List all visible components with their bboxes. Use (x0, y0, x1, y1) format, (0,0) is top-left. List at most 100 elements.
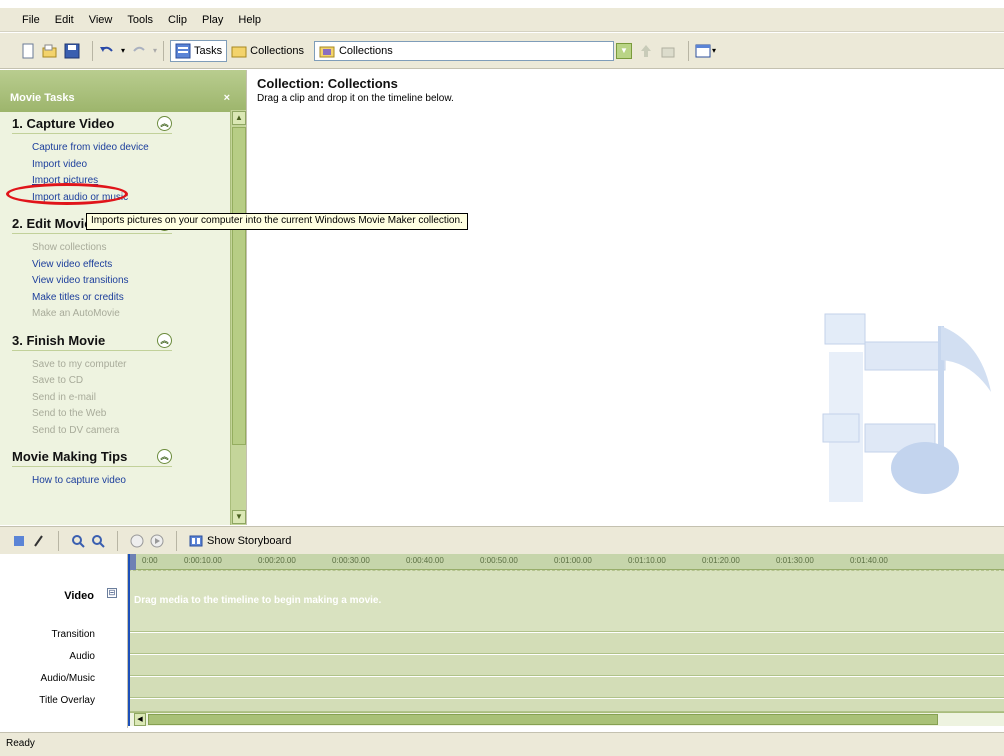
transition-track[interactable] (128, 633, 1004, 654)
video-track[interactable]: Drag media to the timeline to begin maki… (128, 570, 1004, 632)
import-pictures-tooltip: Imports pictures on your computer into t… (86, 213, 468, 230)
rewind-timeline-icon[interactable] (130, 534, 144, 548)
new-project-icon[interactable] (20, 43, 36, 59)
section-movie-making-tips[interactable]: Movie Making Tips ︽ (0, 445, 230, 466)
open-project-icon[interactable] (42, 43, 58, 59)
collections-button[interactable]: Collections (227, 41, 308, 61)
toolbar-separator (687, 40, 689, 61)
scrollbar-thumb[interactable] (148, 714, 938, 725)
task-pane-scrollbar[interactable]: ▲ ▼ (230, 110, 246, 525)
task-send-to-dv-camera: Send to DV camera (32, 424, 120, 436)
track-label-transition: Transition (51, 629, 95, 640)
task-save-to-cd: Save to CD (32, 375, 84, 386)
save-project-icon[interactable] (64, 43, 80, 59)
menu-file[interactable]: File (22, 14, 40, 26)
zoom-in-icon[interactable] (71, 534, 85, 548)
movie-tasks-header: Movie Tasks × (0, 70, 246, 112)
section-divider (12, 133, 172, 134)
ruler-tick: 0:00:10.00 (184, 556, 222, 565)
timeline-ruler[interactable]: 0:00 0:00:10.00 0:00:20.00 0:00:30.00 0:… (128, 554, 1004, 570)
up-one-level-icon[interactable] (638, 43, 654, 59)
tasks-icon (175, 43, 191, 58)
toolbar-separator (117, 530, 118, 551)
expand-video-track-icon[interactable]: ⊟ (107, 588, 117, 598)
track-label-video: Video (64, 590, 94, 602)
task-make-titles-or-credits[interactable]: Make titles or credits (0, 290, 230, 307)
ruler-tick: 0:01:10.00 (628, 556, 666, 565)
set-audio-levels-icon[interactable] (12, 534, 26, 548)
toolbar-separator (163, 40, 165, 61)
movie-maker-watermark-icon (822, 313, 991, 502)
task-capture-from-video-device[interactable]: Capture from video device (0, 140, 230, 157)
show-storyboard-label: Show Storyboard (207, 534, 292, 547)
ruler-tick: 0:01:30.00 (776, 556, 814, 565)
views-icon[interactable] (695, 43, 711, 59)
tasks-button-label: Tasks (194, 44, 223, 57)
collapse-icon[interactable]: ︽ (157, 449, 172, 464)
new-collection-icon[interactable] (660, 43, 676, 59)
status-bar: Ready (0, 732, 1004, 756)
close-icon[interactable]: × (224, 92, 230, 104)
section-capture-video[interactable]: 1. Capture Video ︽ (0, 112, 230, 133)
timeline: Video ⊟ Transition Audio Audio/Music Tit… (0, 554, 1004, 728)
highlight-annotation-ring (6, 183, 128, 205)
task-make-an-automovie: Make an AutoMovie (32, 308, 120, 319)
task-view-video-effects[interactable]: View video effects (0, 257, 230, 274)
tasks-button[interactable]: Tasks (170, 39, 228, 62)
collection-content-area[interactable]: Collection: Collections Drag a clip and … (246, 70, 1004, 525)
task-view-video-transitions[interactable]: View video transitions (0, 273, 230, 290)
collections-button-label: Collections (250, 44, 304, 57)
collection-subtitle: Drag a clip and drop it on the timeline … (257, 93, 454, 104)
section-heading: 3. Finish Movie (12, 332, 106, 348)
collection-combo-value: Collections (338, 44, 393, 57)
narrate-timeline-icon[interactable] (32, 534, 46, 548)
ruler-tick: 0:00 (142, 556, 158, 565)
scrollbar-thumb[interactable] (232, 127, 246, 445)
toolbar-separator (58, 530, 59, 551)
ruler-tick: 0:00:50.00 (480, 556, 518, 565)
menu-tools[interactable]: Tools (127, 14, 153, 26)
collection-icon (319, 46, 335, 57)
menu-help[interactable]: Help (238, 14, 261, 26)
track-label-title-overlay: Title Overlay (39, 695, 95, 706)
collection-combo[interactable]: Collections (313, 40, 614, 61)
ruler-tick: 0:00:40.00 (406, 556, 444, 565)
section-heading: Movie Making Tips (12, 449, 128, 464)
collapse-icon[interactable]: ︽ (157, 332, 172, 348)
scroll-down-icon[interactable]: ▼ (232, 510, 246, 524)
ruler-tick: 0:00:20.00 (258, 556, 296, 565)
redo-icon[interactable] (131, 43, 147, 59)
undo-dropdown-icon[interactable]: ▾ (121, 46, 125, 55)
task-import-video[interactable]: Import video (0, 157, 230, 174)
task-how-to-capture-video[interactable]: How to capture video (0, 473, 230, 490)
status-text: Ready (6, 738, 35, 749)
menu-edit[interactable]: Edit (55, 14, 74, 26)
main-toolbar: ▾ ▾ Tasks Collections Collections ▼ ▾ (0, 33, 1004, 69)
scroll-up-icon[interactable]: ▲ (232, 111, 246, 125)
collapse-icon[interactable]: ︽ (157, 116, 172, 131)
menu-view[interactable]: View (89, 14, 113, 26)
ruler-tick: 0:00:30.00 (332, 556, 370, 565)
undo-icon[interactable] (99, 43, 115, 59)
playback-indicator[interactable] (130, 554, 136, 570)
section-heading: 2. Edit Movie (12, 216, 92, 231)
menu-play[interactable]: Play (202, 14, 223, 26)
audio-music-track[interactable] (128, 677, 1004, 698)
show-storyboard-button[interactable]: Show Storyboard (189, 534, 291, 548)
section-finish-movie[interactable]: 3. Finish Movie ︽ (0, 329, 230, 350)
task-send-in-email: Send in e-mail (32, 391, 96, 403)
title-overlay-track[interactable] (128, 699, 1004, 712)
section-divider (12, 466, 172, 467)
menu-bar: File Edit View Tools Clip Play Help (0, 8, 1004, 32)
ruler-tick: 0:01:20.00 (702, 556, 740, 565)
scroll-left-icon[interactable]: ◀ (134, 713, 146, 726)
menu-clip[interactable]: Clip (168, 14, 187, 26)
timeline-scrollbar[interactable]: ◀ (128, 712, 1004, 726)
collection-dropdown-icon[interactable]: ▼ (615, 42, 632, 59)
redo-dropdown-icon[interactable]: ▾ (153, 46, 157, 55)
zoom-out-icon[interactable] (91, 534, 105, 548)
play-timeline-icon[interactable] (150, 534, 164, 548)
audio-track[interactable] (128, 655, 1004, 676)
toolbar-separator (176, 530, 177, 551)
views-dropdown-icon[interactable]: ▾ (712, 46, 716, 55)
